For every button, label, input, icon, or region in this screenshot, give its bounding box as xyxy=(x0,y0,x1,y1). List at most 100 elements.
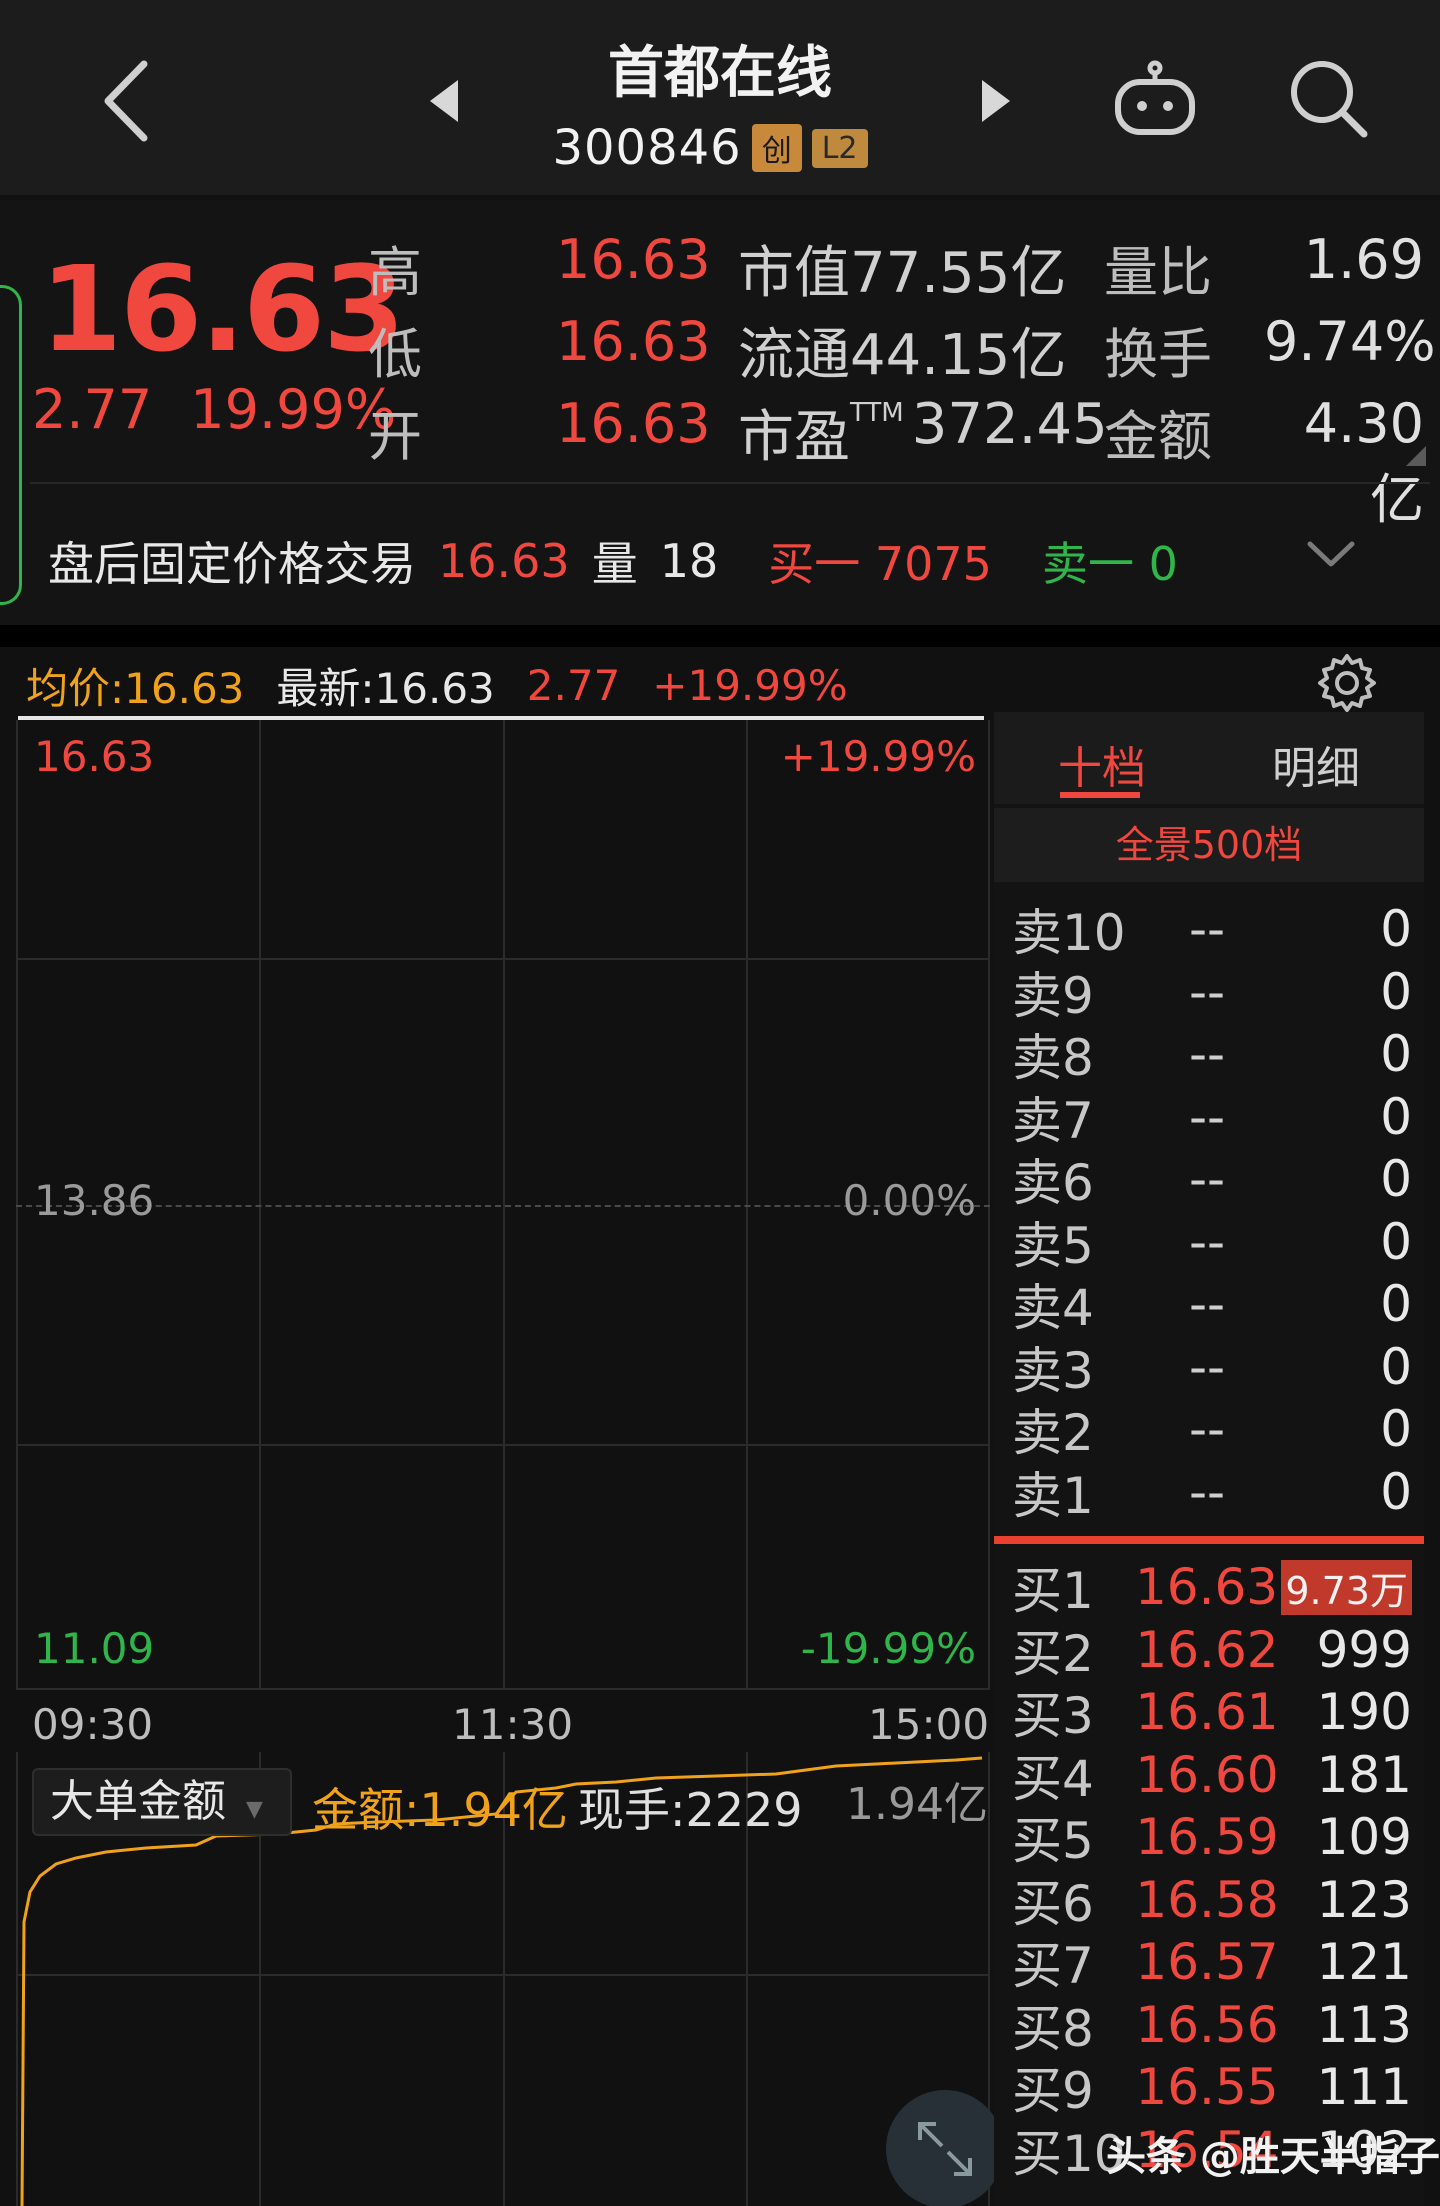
axis-high-pct: +19.99% xyxy=(780,732,976,781)
search-icon[interactable] xyxy=(1286,56,1370,140)
buy-level-row[interactable]: 买7 16.57 121 xyxy=(1012,1931,1412,1995)
sell-level-row[interactable]: 卖1 -- 0 xyxy=(1012,1461,1412,1525)
axis-low-pct: -19.99% xyxy=(800,1624,976,1673)
low-value: 16.63 xyxy=(556,310,711,373)
buy-level-price: 16.59 xyxy=(1135,1808,1279,1866)
sell-level-row[interactable]: 卖10 -- 0 xyxy=(1012,898,1412,962)
buy-level-row[interactable]: 买1 16.63 9.73万 xyxy=(1012,1556,1412,1620)
expand-arrows-icon xyxy=(918,2122,972,2176)
sell-level-volume: 0 xyxy=(1380,1337,1412,1396)
sell-level-label: 卖10 xyxy=(1012,904,1126,962)
sell-level-row[interactable]: 卖7 -- 0 xyxy=(1012,1086,1412,1150)
fullscreen-button[interactable] xyxy=(886,2090,1004,2206)
axis-high-price: 16.63 xyxy=(34,732,155,781)
sell-level-price: -- xyxy=(1188,1400,1226,1458)
grid-line xyxy=(16,958,990,960)
post-trading-row[interactable]: 盘后固定价格交易 16.63 量 18 买一 7075 卖一 0 xyxy=(48,528,1200,594)
buy-level-label: 买8 xyxy=(1012,1999,1094,2058)
sell-level-row[interactable]: 卖3 -- 0 xyxy=(1012,1336,1412,1400)
axis-mid-price: 13.86 xyxy=(34,1176,155,1225)
buy-level-volume: 109 xyxy=(1316,1808,1412,1866)
avg-price: 均价:16.63 xyxy=(26,664,245,713)
axis-low-price: 11.09 xyxy=(34,1624,155,1673)
indicator-select-value: 大单金额 xyxy=(50,1776,226,1827)
buy-level-volume: 190 xyxy=(1316,1683,1412,1741)
sell-level-label: 卖2 xyxy=(1012,1404,1094,1462)
time-end: 15:00 xyxy=(868,1700,990,1749)
high-label: 高 xyxy=(368,241,422,304)
buy-level-label: 买2 xyxy=(1012,1624,1094,1683)
buy-level-volume: 123 xyxy=(1316,1870,1412,1929)
amount-value: 4.30亿 xyxy=(1303,392,1424,531)
sell-level-price: -- xyxy=(1188,1150,1226,1208)
buy-level-row[interactable]: 买8 16.56 113 xyxy=(1012,1994,1412,2058)
sell-level-volume: 0 xyxy=(1380,1212,1412,1271)
buy-level-row[interactable]: 买4 16.60 181 xyxy=(1012,1744,1412,1808)
stock-code: 300846 xyxy=(552,120,742,176)
sell-level-volume: 0 xyxy=(1380,1400,1412,1458)
buy-level-row[interactable]: 买6 16.58 123 xyxy=(1012,1869,1412,1933)
stock-name: 首都在线 xyxy=(608,41,832,106)
turnover-value: 9.74% xyxy=(1264,310,1436,373)
float-cap: 流通44.15亿 xyxy=(738,323,1067,388)
open-value: 16.63 xyxy=(556,392,711,455)
open-label: 开 xyxy=(368,405,422,468)
next-stock-icon[interactable] xyxy=(976,76,1016,126)
panorama-500-button[interactable]: 全景500档 xyxy=(994,808,1424,882)
amount-total: 金额:1.94亿 xyxy=(312,1783,568,1837)
time-start: 09:30 xyxy=(32,1700,154,1749)
buy-level-row[interactable]: 买3 16.61 190 xyxy=(1012,1681,1412,1745)
buy-level-label: 买7 xyxy=(1012,1937,1094,1995)
sell-level-price: -- xyxy=(1188,900,1226,958)
sell-level-row[interactable]: 卖8 -- 0 xyxy=(1012,1023,1412,1087)
sell-level-label: 卖9 xyxy=(1012,966,1094,1025)
buy-level-row[interactable]: 买9 16.55 111 xyxy=(1012,2056,1412,2120)
intraday-chart[interactable]: 16.63 +19.99% 13.86 0.00% 11.09 -19.99% xyxy=(16,720,990,1690)
buy-level-label: 买3 xyxy=(1012,1687,1094,1745)
sell-level-price: -- xyxy=(1188,1025,1226,1083)
high-value: 16.63 xyxy=(556,228,711,291)
indicator-select[interactable]: 大单金额 ▼ xyxy=(32,1768,292,1836)
sell-level-volume: 0 xyxy=(1380,962,1412,1021)
sell-level-row[interactable]: 卖5 -- 0 xyxy=(1012,1211,1412,1275)
quote-side-bracket xyxy=(0,285,22,605)
sell-level-volume: 0 xyxy=(1380,1275,1412,1333)
tab-detail[interactable]: 明细 xyxy=(1272,732,1360,796)
settings-gear-icon[interactable] xyxy=(1316,652,1378,714)
sell-level-volume: 0 xyxy=(1380,900,1412,958)
vol-ratio-label: 量比 xyxy=(1104,241,1212,304)
post-trading-vol-label: 量 xyxy=(591,537,638,591)
corner-expand-icon[interactable] xyxy=(1406,446,1426,466)
sell-level-row[interactable]: 卖2 -- 0 xyxy=(1012,1398,1412,1462)
level2-tag: L2 xyxy=(811,128,868,168)
sell-level-price: -- xyxy=(1188,962,1226,1021)
post-trading-label: 盘后固定价格交易 xyxy=(48,537,416,591)
post-trading-vol: 18 xyxy=(659,534,719,588)
sell-level-label: 卖5 xyxy=(1012,1216,1094,1275)
robot-icon[interactable] xyxy=(1112,60,1198,140)
prev-stock-icon[interactable] xyxy=(424,76,464,126)
buy-level-row[interactable]: 买5 16.59 109 xyxy=(1012,1806,1412,1870)
sell-level-price: -- xyxy=(1188,1275,1226,1333)
time-mid: 11:30 xyxy=(452,1700,574,1749)
buy-level-price: 16.60 xyxy=(1135,1745,1279,1804)
buy-level-price: 16.61 xyxy=(1135,1683,1279,1741)
sell-level-row[interactable]: 卖4 -- 0 xyxy=(1012,1273,1412,1337)
chevron-down-icon[interactable] xyxy=(1306,540,1356,570)
vol-ratio-value: 1.69 xyxy=(1303,228,1424,291)
sell-level-row[interactable]: 卖9 -- 0 xyxy=(1012,961,1412,1025)
stock-code-row: 300846 创 L2 xyxy=(500,118,920,178)
buy-level-volume: 121 xyxy=(1316,1933,1412,1991)
buy-level-volume: 181 xyxy=(1316,1745,1412,1804)
watermark: 头条 @胜天半指子 xyxy=(1106,2134,1440,2180)
price-change-row: 2.77 19.99% xyxy=(32,378,396,441)
low-label: 低 xyxy=(368,323,422,386)
back-icon[interactable] xyxy=(96,56,156,146)
buy-level-row[interactable]: 买2 16.62 999 xyxy=(1012,1619,1412,1683)
sell-level-row[interactable]: 卖6 -- 0 xyxy=(1012,1148,1412,1212)
sell-level-label: 卖4 xyxy=(1012,1279,1094,1337)
tab-ten-levels[interactable]: 十档 xyxy=(1058,732,1146,796)
sell-level-label: 卖1 xyxy=(1012,1466,1094,1525)
sell-level-price: -- xyxy=(1188,1337,1226,1396)
pe-ratio: 市盈 TTM 372.45 xyxy=(738,392,1108,473)
